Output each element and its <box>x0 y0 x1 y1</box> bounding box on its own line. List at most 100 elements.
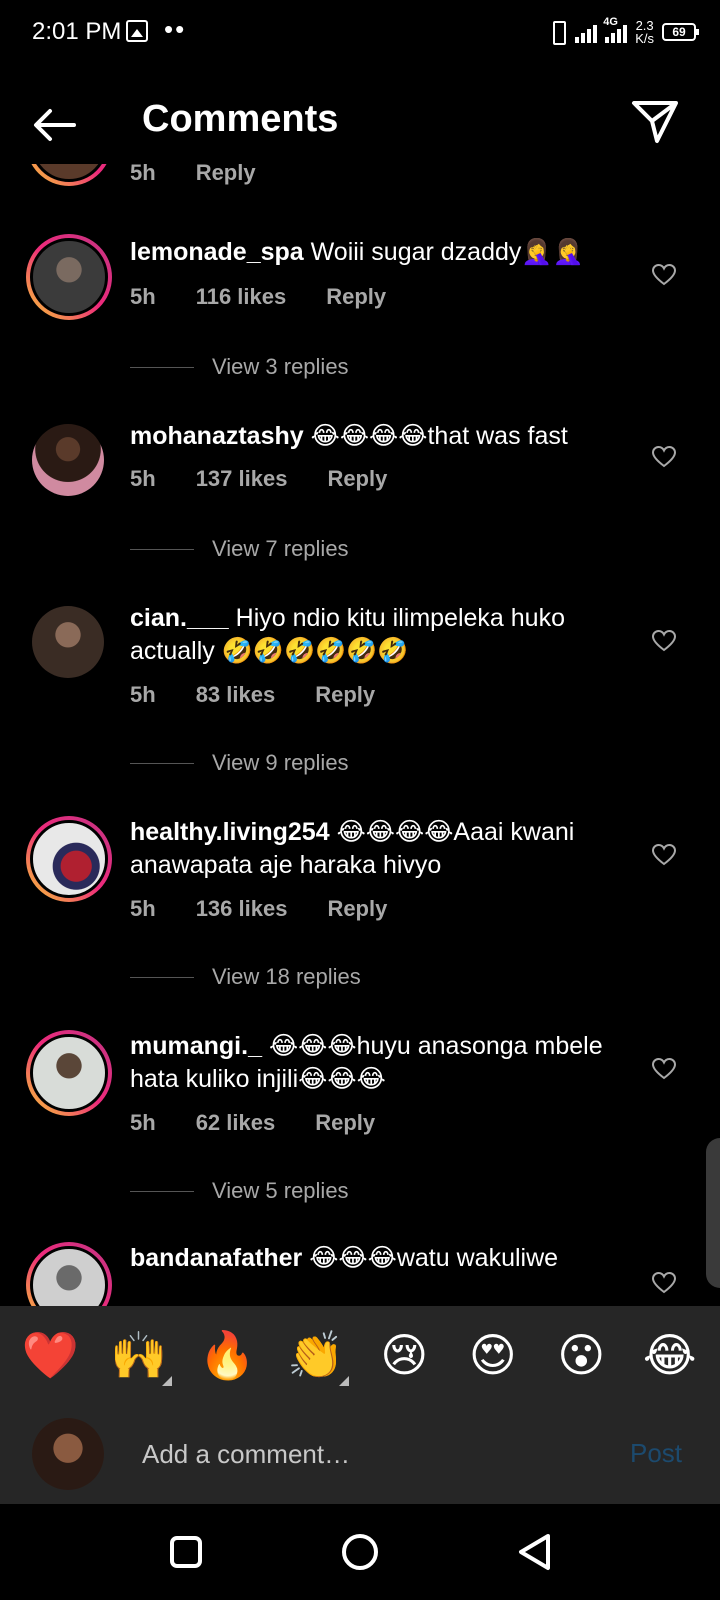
network-speed: 2.3 K/s <box>635 19 654 45</box>
comment-username[interactable]: mumangi._ <box>130 1032 262 1060</box>
heart-icon[interactable] <box>652 1058 676 1080</box>
comment-meta: 5h 83 likes Reply <box>130 682 375 708</box>
view-replies-button[interactable]: View 7 replies <box>130 536 349 562</box>
home-button[interactable] <box>342 1534 378 1570</box>
header-mask <box>0 150 720 164</box>
view-replies-button[interactable]: View 5 replies <box>130 1178 349 1204</box>
back-button[interactable] <box>28 98 82 152</box>
signal-4g-icon: 4G <box>603 17 628 43</box>
comment-text: lemonade_spa Woiii sugar dzaddy🤦‍♀️🤦‍♀️ <box>130 236 630 269</box>
comment-content: 😂😂😂watu wakuliwe <box>309 1244 559 1272</box>
my-avatar <box>32 1418 104 1490</box>
comment-time: 5h <box>130 1110 156 1135</box>
scrollbar[interactable] <box>706 1138 720 1288</box>
comment-username[interactable]: cian.___ <box>130 604 229 632</box>
quick-emoji-bar: ❤️ 🙌 🔥 👏 😢 😍 😮 😂 <box>0 1306 720 1404</box>
heart-icon[interactable] <box>652 1272 676 1294</box>
emoji-heart-button[interactable]: ❤️ <box>15 1328 85 1382</box>
avatar[interactable] <box>26 816 112 902</box>
paper-plane-icon <box>632 101 678 143</box>
comment-time: 5h <box>130 896 156 921</box>
status-time: 2:01 PM <box>32 18 122 45</box>
view-replies-label: View 18 replies <box>212 964 361 989</box>
emoji-surprised-button[interactable]: 😮 <box>546 1328 616 1382</box>
share-button[interactable] <box>630 98 680 146</box>
page-title: Comments <box>142 98 339 140</box>
reply-button[interactable]: Reply <box>326 284 386 310</box>
comments-list[interactable]: 5h Reply lemonade_spa Woiii sugar dzaddy… <box>0 150 720 1306</box>
avatar-image <box>30 238 108 316</box>
emoji-glyph: 🙌 <box>110 1328 168 1382</box>
emoji-sad-button[interactable]: 😢 <box>369 1328 439 1382</box>
comment-text: bandanafather 😂😂😂watu wakuliwe <box>130 1242 630 1275</box>
view-replies-label: View 5 replies <box>212 1178 349 1203</box>
emoji-heart-eyes-button[interactable]: 😍 <box>458 1328 528 1382</box>
view-replies-button[interactable]: View 3 replies <box>130 354 349 380</box>
avatar[interactable] <box>32 424 104 496</box>
comment-username[interactable]: healthy.living254 <box>130 818 330 846</box>
view-replies-button[interactable]: View 18 replies <box>130 964 361 990</box>
view-replies-label: View 7 replies <box>212 536 349 561</box>
comment-input[interactable] <box>142 1434 602 1474</box>
system-nav-bar <box>0 1504 720 1600</box>
comment-username[interactable]: mohanaztashy <box>130 422 304 450</box>
battery-icon: 69 <box>662 23 699 41</box>
avatar-image <box>32 606 104 678</box>
heart-icon[interactable] <box>652 446 676 468</box>
heart-icon[interactable] <box>652 264 676 286</box>
gallery-notification-icon <box>126 20 148 42</box>
heart-icon[interactable] <box>652 844 676 866</box>
emoji-fire-button[interactable]: 🔥 <box>192 1328 262 1382</box>
divider-line <box>130 366 194 368</box>
comment-likes[interactable]: 136 likes <box>196 896 288 922</box>
comment-composer: Post <box>0 1404 720 1504</box>
comment-text: cian.___ Hiyo ndio kitu ilimpeleka huko … <box>130 602 630 668</box>
more-notifications-icon: •• <box>164 14 187 44</box>
view-replies-button[interactable]: View 9 replies <box>130 750 349 776</box>
comment-time: 5h <box>130 284 156 309</box>
comment-likes[interactable]: 137 likes <box>196 466 288 492</box>
reply-button[interactable]: Reply <box>327 896 387 922</box>
avatar[interactable] <box>26 234 112 320</box>
avatar-image <box>30 1034 108 1112</box>
comment-content: 😂😂😂😂that was fast <box>310 422 568 450</box>
avatar[interactable] <box>26 1242 112 1306</box>
nav-back-button[interactable] <box>516 1532 552 1572</box>
reply-button[interactable]: Reply <box>315 1110 375 1136</box>
comment-likes[interactable]: 83 likes <box>196 682 276 708</box>
network-type: 4G <box>603 16 618 28</box>
avatar[interactable] <box>32 606 104 678</box>
emoji-glyph: 👏 <box>287 1328 345 1382</box>
comment-meta: 5h 137 likes Reply <box>130 466 387 492</box>
arrow-left-icon <box>34 109 76 141</box>
comment-likes[interactable]: 62 likes <box>196 1110 276 1136</box>
status-indicators: 4G 2.3 K/s 69 <box>547 14 699 50</box>
comment-likes[interactable]: 116 likes <box>196 284 287 310</box>
comment-text: mohanaztashy 😂😂😂😂that was fast <box>130 420 630 453</box>
divider-line <box>130 976 194 978</box>
speed-unit: K/s <box>635 31 654 46</box>
divider-line <box>130 762 194 764</box>
emoji-clap-button[interactable]: 👏 <box>281 1328 351 1386</box>
reply-button[interactable]: Reply <box>327 466 387 492</box>
divider-line <box>130 548 194 550</box>
heart-icon[interactable] <box>652 630 676 652</box>
emoji-laughing-button[interactable]: 😂 <box>635 1328 705 1382</box>
vibrate-icon <box>547 21 567 45</box>
signal-icon <box>575 21 598 43</box>
comment-meta: 5h 62 likes Reply <box>130 1110 375 1136</box>
status-bar: 2:01 PM •• 4G 2.3 K/s 69 <box>0 0 720 64</box>
comment-time: 5h <box>130 682 156 707</box>
comment-username[interactable]: bandanafather <box>130 1244 302 1272</box>
reply-button[interactable]: Reply <box>315 682 375 708</box>
post-button[interactable]: Post <box>630 1438 682 1469</box>
comment-text: healthy.living254 😂😂😂😂Aaai kwani anawapa… <box>130 816 630 882</box>
avatar-image <box>32 424 104 496</box>
comment-content: Woiii sugar dzaddy🤦‍♀️🤦‍♀️ <box>310 238 584 266</box>
avatar[interactable] <box>26 1030 112 1116</box>
emoji-raising-hands-button[interactable]: 🙌 <box>104 1328 174 1386</box>
comment-username[interactable]: lemonade_spa <box>130 238 304 266</box>
recents-button[interactable] <box>170 1536 202 1568</box>
comment-text: mumangi._ 😂😂😂huyu anasonga mbele hata ku… <box>130 1030 630 1096</box>
avatar-image <box>30 820 108 898</box>
